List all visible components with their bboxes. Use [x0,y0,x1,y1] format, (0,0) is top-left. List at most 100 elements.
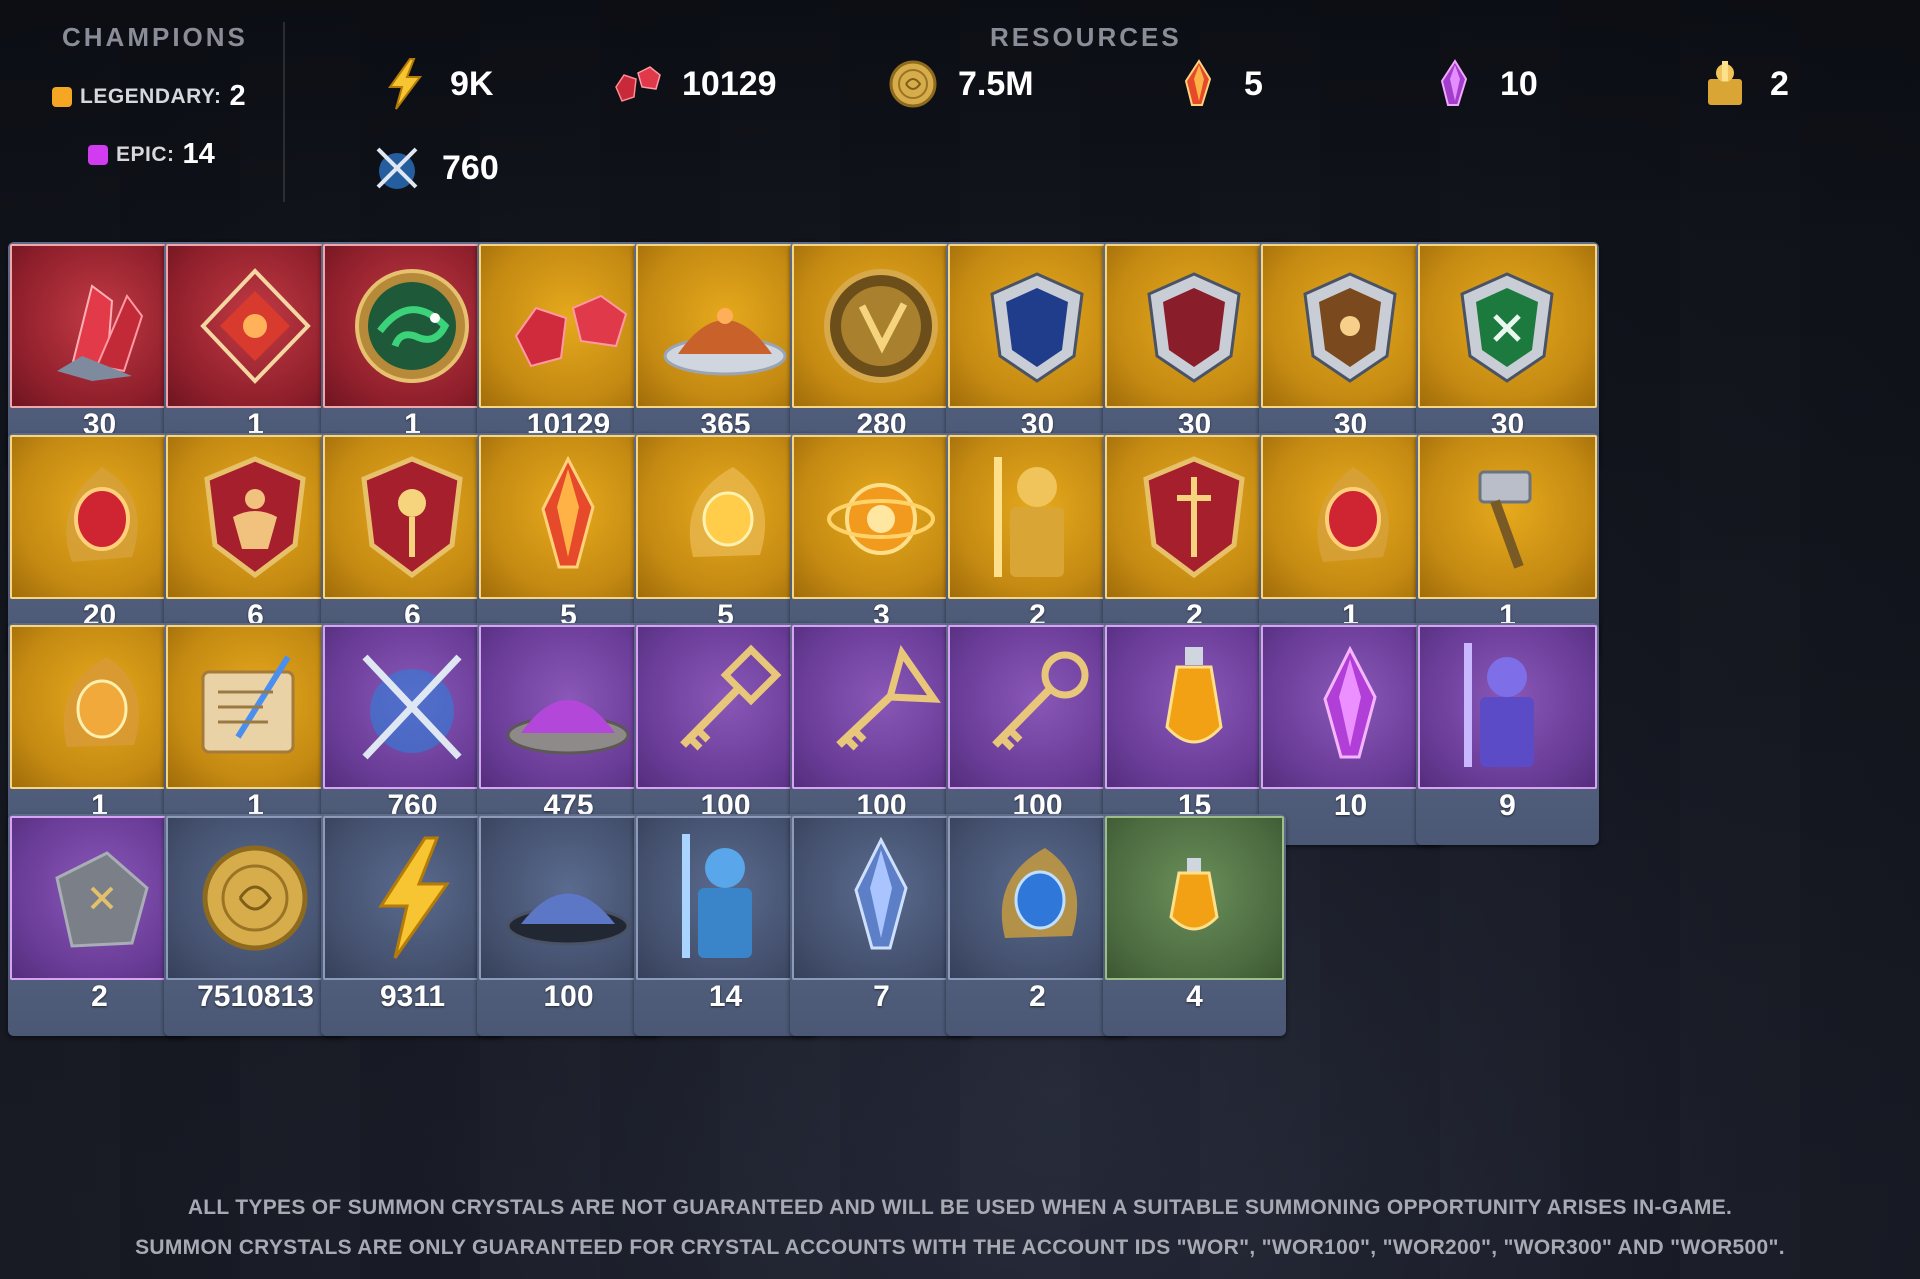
round-key-icon [992,651,1089,751]
item-tile [948,435,1127,599]
orange-dust-bowl-icon [663,308,787,376]
item-tile [948,244,1127,408]
item-tile [166,435,345,599]
red-crystal-shard-icon [57,284,144,381]
blue-knight-icon [682,834,752,958]
purple-dust-bowl-icon [506,700,630,755]
item-tile [1418,625,1597,789]
blue-dust-bowl-icon [506,893,630,946]
item-tile [636,244,815,408]
item-tile [10,244,189,408]
red-flame-gem-icon [1317,467,1389,562]
item-tile [323,625,502,789]
item-tile [10,816,189,980]
small-orange-potion-icon [1169,858,1219,931]
void-shard-icon [1440,59,1468,106]
inventory-item: 10129 [477,242,660,464]
item-tile [792,244,971,408]
resource-gold-champion: 2 [1698,57,1789,111]
gold-token-icon [824,269,938,383]
inventory-item: 2 [946,433,1129,655]
resource-energy: 9K [378,57,493,111]
item-quantity: 10 [1333,789,1368,822]
purple-knight-icon [1464,643,1534,767]
epic-count: EPIC: 14 [88,138,215,171]
item-tile [479,244,658,408]
resource-silver: 7.5M [886,57,1034,111]
item-quantity: 2 [1029,980,1046,1013]
silver-coin-icon [202,845,308,951]
orange-potion-icon [1165,647,1223,744]
rubies-icon [615,66,661,102]
item-tile [10,625,189,789]
gold-champion-icon [1708,61,1742,105]
arena-swords-icon [376,147,418,189]
legendary-label: LEGENDARY: [80,84,222,108]
energy-bolt-icon [378,836,450,959]
item-tile [1261,244,1440,408]
resource-sacred-shard: 5 [1172,57,1263,111]
legendary-dot-icon [52,86,72,107]
bronze-crest-shield-icon [1303,272,1397,383]
scroll-quill-icon [201,655,295,754]
chameleon-medallion-icon [355,269,469,383]
rubies-icon [514,294,628,368]
energy-bolt-icon [388,58,422,110]
resources-title: RESOURCES [990,22,1182,52]
item-tile [1105,435,1284,599]
item-tile [10,435,189,599]
item-quantity: 7510813 [197,980,314,1013]
item-tile [1418,435,1597,599]
legendary-value: 2 [229,80,246,112]
item-tile [166,244,345,408]
resource-value: 10 [1500,64,1538,103]
item-tile [792,816,971,980]
inventory-item: 30 [1416,242,1599,464]
inventory-item: 30 [1259,242,1442,464]
resource-void-shard: 10 [1428,57,1538,111]
inventory-item: 100 [477,814,660,1036]
epic-dot-icon [88,144,108,165]
resource-value: 9K [450,64,494,103]
inventory-item: 9 [1416,623,1599,845]
rune-stone-icon [55,851,149,948]
item-tile [1261,435,1440,599]
item-tile [1418,244,1597,408]
item-tile [636,625,815,789]
hammer-icon [1478,470,1532,569]
blue-shard-icon [854,836,908,950]
item-tile [1105,244,1284,408]
item-tile [479,816,658,980]
item-tile [479,625,658,789]
blue-flame-gem-icon [1001,848,1078,938]
gold-orb-icon [827,483,935,555]
sacred-shard-icon [541,455,595,569]
legendary-count: LEGENDARY: 2 [52,80,246,113]
item-tile [1261,625,1440,789]
inventory-item: 10 [1259,623,1442,845]
resource-value: 7.5M [958,64,1034,103]
resource-value: 2 [1770,64,1789,103]
inventory-item: 1 [164,242,347,464]
inventory-item: 100 [946,623,1129,845]
gold-knight-icon [994,457,1064,577]
gold-flame-gem-icon [689,467,766,557]
inventory-item: 4 [1103,814,1286,1036]
inventory-item: 475 [477,623,660,845]
inventory-item: 30 [946,242,1129,464]
epic-label: EPIC: [116,142,175,166]
triangle-key-icon [836,644,941,751]
red-geometric-gem-icon [200,268,311,384]
inventory-item: 1 [1259,433,1442,655]
inventory-item: 2 [946,814,1129,1036]
resource-rubies: 10129 [610,57,777,111]
item-tile [323,816,502,980]
resource-value: 10129 [682,64,777,103]
resource-value: 760 [442,148,499,187]
item-tile [948,625,1127,789]
resource-value: 5 [1244,64,1263,103]
champions-title: CHAMPIONS [62,22,248,52]
item-tile [323,435,502,599]
item-tile [948,816,1127,980]
sun-shield-icon [361,456,463,579]
